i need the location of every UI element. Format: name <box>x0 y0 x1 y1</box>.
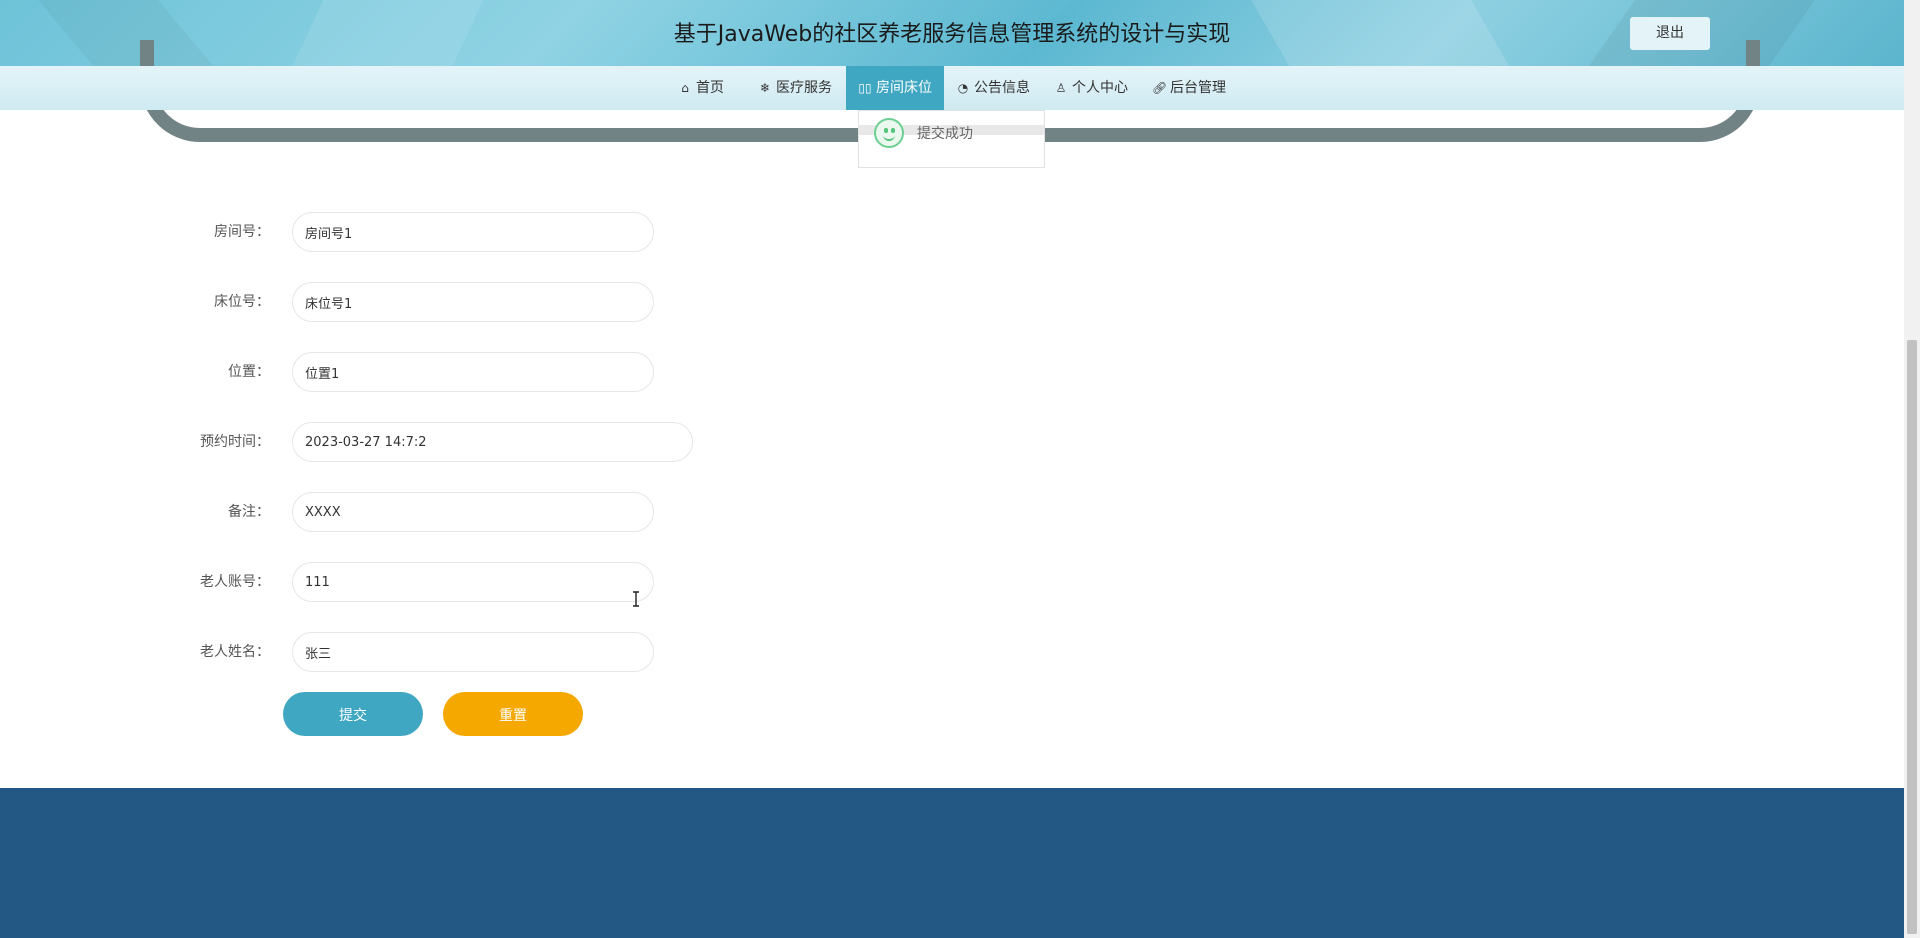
nav-item-home[interactable]: ⌂ 首页 <box>664 66 744 110</box>
submit-button[interactable]: 提交 <box>283 692 423 736</box>
elder-name-input[interactable] <box>292 632 654 672</box>
booking-time-input[interactable] <box>292 422 693 462</box>
room-number-input[interactable] <box>292 212 654 252</box>
nav-item-room-bed[interactable]: ▯▯ 房间床位 <box>846 66 944 110</box>
reset-button[interactable]: 重置 <box>443 692 583 736</box>
toast-message: 提交成功 <box>917 126 973 142</box>
page: 基于JavaWeb的社区养老服务信息管理系统的设计与实现 退出 ⌂ 首页 ❄ 医… <box>0 0 1920 938</box>
nav-item-notices[interactable]: ◔ 公告信息 <box>944 66 1042 110</box>
elder-name-label: 老人姓名： <box>200 644 270 660</box>
nav-item-label: 公告信息 <box>974 80 1030 96</box>
vertical-scrollbar[interactable] <box>1904 0 1920 938</box>
success-toast: 提交成功 <box>858 110 1045 168</box>
location-input[interactable] <box>292 352 654 392</box>
book-icon: ▯▯ <box>858 81 872 95</box>
site-footer <box>0 788 1904 938</box>
room-number-label: 房间号： <box>214 224 270 240</box>
scrollbar-thumb[interactable] <box>1907 340 1917 934</box>
smile-icon <box>874 118 904 148</box>
nav-item-label: 医疗服务 <box>776 80 832 96</box>
remark-input[interactable] <box>292 492 654 532</box>
text-cursor-icon <box>633 591 639 607</box>
booking-time-label: 预约时间： <box>200 434 270 450</box>
main-nav: ⌂ 首页 ❄ 医疗服务 ▯▯ 房间床位 ◔ 公告信息 ♙ 个人中心 🔗︎ 后台管… <box>0 66 1904 110</box>
snowflake-icon: ❄ <box>759 81 771 95</box>
elder-account-label: 老人账号： <box>200 574 270 590</box>
link-icon: 🔗︎ <box>1152 81 1168 95</box>
nav-item-personal[interactable]: ♙ 个人中心 <box>1042 66 1140 110</box>
location-label: 位置： <box>228 364 270 380</box>
nav-item-medical[interactable]: ❄ 医疗服务 <box>744 66 846 110</box>
bed-number-input[interactable] <box>292 282 654 322</box>
home-icon: ⌂ <box>681 81 689 95</box>
nav-item-admin[interactable]: 🔗︎ 后台管理 <box>1140 66 1238 110</box>
remark-label: 备注： <box>228 504 270 520</box>
nav-item-label: 个人中心 <box>1072 80 1128 96</box>
nav-item-label: 后台管理 <box>1170 80 1226 96</box>
bed-number-label: 床位号： <box>214 294 270 310</box>
nav-item-label: 房间床位 <box>876 80 932 96</box>
elder-account-input[interactable] <box>292 562 654 602</box>
palette-icon: ◔ <box>957 81 969 95</box>
user-icon: ♙ <box>1055 81 1067 95</box>
nav-item-label: 首页 <box>696 80 724 96</box>
